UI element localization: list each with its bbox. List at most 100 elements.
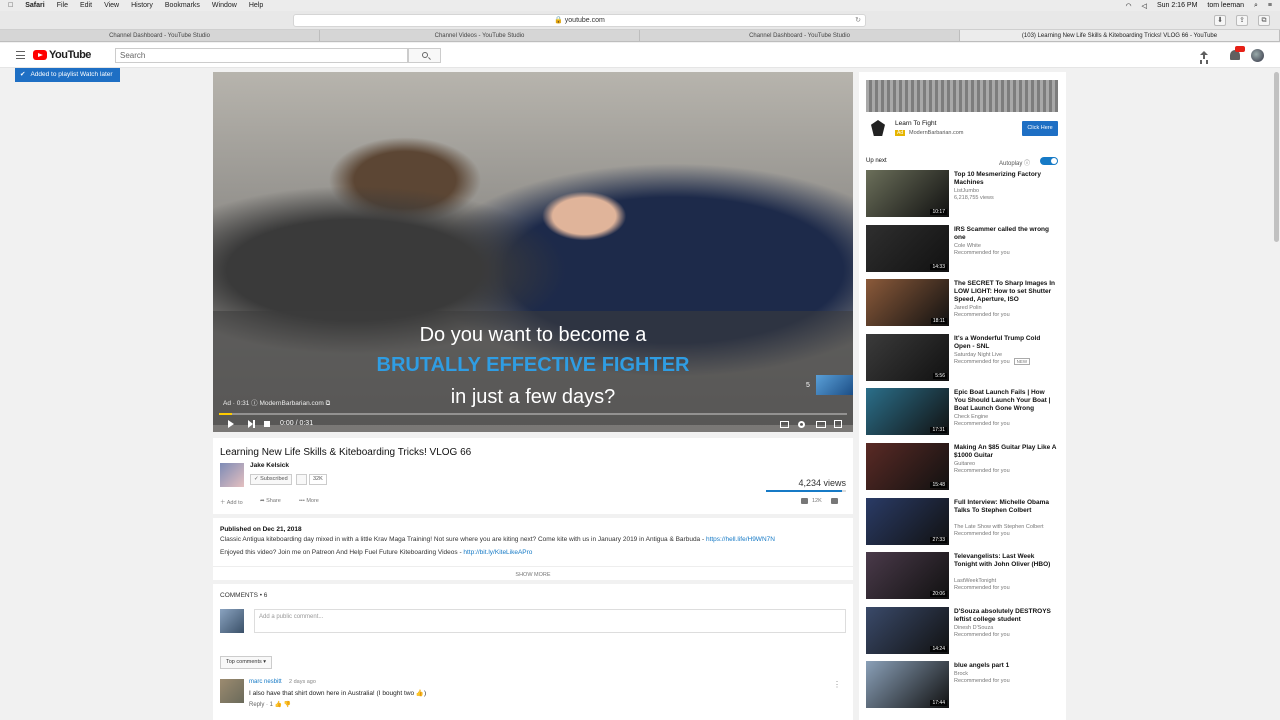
ad-preview-thumbnail[interactable] [816, 375, 853, 395]
description-link2[interactable]: http://bit.ly/KiteLikeAPro [463, 549, 532, 556]
reload-icon[interactable]: ↻ [855, 15, 861, 26]
tab-studio-dashboard-2[interactable]: Channel Dashboard - YouTube Studio [640, 30, 960, 41]
notification-icon[interactable]: ≡ [1268, 2, 1272, 9]
add-to-button[interactable]: ＋ Add to [220, 498, 243, 506]
apple-icon[interactable]:  [8, 2, 13, 9]
video-thumbnail[interactable]: 14:33 [866, 224, 949, 272]
recommended-video[interactable]: 5:56 It's a Wonderful Trump Cold Open - S… [866, 333, 1058, 381]
comment-input[interactable]: Add a public comment... [254, 609, 846, 633]
video-thumbnail[interactable]: 18:11 [866, 279, 949, 327]
volume-icon[interactable]: ◁ [1142, 2, 1147, 10]
menu-bookmarks[interactable]: Bookmarks [165, 2, 200, 9]
recommended-video[interactable]: 10:17 Top 10 Mesmerizing Factory Machines… [866, 170, 1058, 217]
thumbs-down-icon[interactable] [831, 498, 838, 504]
youtube-logo-text[interactable]: YouTube [49, 49, 91, 61]
menubar-user[interactable]: tom leeman [1207, 2, 1244, 9]
ad-meta[interactable]: Ad · 0:31 ⓘ ModernBarbarian.com ⧉ [223, 397, 330, 408]
share-button[interactable]: ➦ Share [260, 498, 281, 504]
youtube-logo-icon[interactable] [33, 50, 47, 60]
menu-edit[interactable]: Edit [80, 2, 92, 9]
menu-app[interactable]: Safari [25, 2, 44, 9]
comment-author[interactable]: marc nesbitt [249, 679, 282, 685]
comment-like-icon[interactable]: 👍 [275, 702, 282, 708]
show-more-button[interactable]: SHOW MORE [213, 566, 853, 578]
recommended-video[interactable]: 14:33 IRS Scammer called the wrong one Col… [866, 224, 1058, 272]
fullscreen-icon[interactable] [834, 420, 842, 428]
video-thumbnail[interactable]: 14:24 [866, 606, 949, 654]
recommended-title[interactable]: Making An $85 Guitar Play Like A $1000 G… [954, 444, 1058, 460]
search-input[interactable]: Search [115, 48, 408, 63]
recommended-channel[interactable]: Cole White [954, 243, 981, 249]
sidebar-ad-title[interactable]: Learn To Fight [895, 120, 936, 127]
theater-mode-icon[interactable] [816, 421, 826, 428]
menu-view[interactable]: View [104, 2, 119, 9]
search-button[interactable] [408, 48, 441, 63]
recommended-title[interactable]: Top 10 Mesmerizing Factory Machines [954, 171, 1058, 187]
recommended-title[interactable]: Televangelists: Last Week Tonight with J… [954, 553, 1058, 569]
tab-studio-videos[interactable]: Channel Videos - YouTube Studio [320, 30, 640, 41]
video-thumbnail[interactable]: 10:17 [866, 170, 949, 217]
channel-name[interactable]: Jake Kelsick [250, 462, 289, 469]
progress-bar[interactable] [219, 413, 847, 415]
recommended-video[interactable]: 15:48 Making An $85 Guitar Play Like A $1… [866, 443, 1058, 490]
comment-reply-button[interactable]: Reply · 1 👍 👎 [249, 701, 291, 708]
video-thumbnail[interactable]: 17:44 [866, 661, 949, 709]
recommended-channel[interactable]: The Late Show with Stephen Colbert [954, 524, 1044, 530]
download-icon[interactable]: ⬇ [1214, 15, 1226, 26]
recommended-channel[interactable]: Check Engine [954, 414, 988, 420]
tabs-overview-icon[interactable]: ⧉ [1258, 15, 1270, 26]
recommended-channel[interactable]: Saturday Night Live [954, 352, 1002, 358]
more-button[interactable]: ••• More [299, 498, 319, 504]
video-thumbnail[interactable]: 27:33 [866, 497, 949, 545]
next-icon[interactable] [248, 420, 255, 428]
recommended-video[interactable]: 17:44 blue angels part 1 Brock Recommended … [866, 661, 1058, 709]
tab-youtube-video[interactable]: (103) Learning New Life Skills & Kiteboa… [960, 30, 1280, 41]
recommended-video[interactable]: 14:24 D'Souza absolutely DESTROYS leftist… [866, 606, 1058, 654]
subscribed-button[interactable]: ✓ Subscribed [250, 474, 292, 485]
recommended-title[interactable]: D'Souza absolutely DESTROYS leftist coll… [954, 608, 1058, 624]
recommended-title[interactable]: It's a Wonderful Trump Cold Open - SNL [954, 335, 1058, 351]
recommended-channel[interactable]: ListJumbo [954, 188, 979, 194]
description-link1[interactable]: https://hell.life/H9WN7N [706, 536, 775, 543]
spotlight-icon[interactable]: ⌕ [1254, 2, 1258, 10]
channel-avatar[interactable] [220, 463, 244, 487]
autoplay-toggle[interactable] [1040, 157, 1058, 165]
video-player[interactable]: Do you want to become a BRUTALLY EFFECTI… [213, 72, 853, 432]
video-thumbnail[interactable]: 15:48 [866, 443, 949, 490]
settings-gear-icon[interactable] [798, 421, 805, 428]
video-thumbnail[interactable]: 20:06 [866, 552, 949, 600]
recommended-channel[interactable]: Jared Polin [954, 305, 982, 311]
menu-help[interactable]: Help [249, 2, 263, 9]
sort-comments-button[interactable]: Top comments ▾ [220, 656, 273, 669]
tab-studio-dashboard[interactable]: Channel Dashboard - YouTube Studio [0, 30, 320, 41]
recommended-video[interactable]: 17:31 Epic Boat Launch Fails | How You Sh… [866, 388, 1058, 436]
recommended-title[interactable]: IRS Scammer called the wrong one [954, 226, 1058, 242]
menu-icon[interactable] [16, 51, 25, 59]
recommended-video[interactable]: 18:11 The SECRET To Sharp Images In LOW L… [866, 279, 1058, 327]
menu-file[interactable]: File [57, 2, 68, 9]
recommended-title[interactable]: Full Interview: Michelle Obama Talks To … [954, 499, 1058, 515]
play-icon[interactable] [228, 420, 234, 428]
comment-menu-icon[interactable]: ⋮ [833, 680, 841, 689]
recommended-channel[interactable]: LastWeekTonight [954, 578, 996, 584]
video-thumbnail[interactable]: 5:56 [866, 333, 949, 381]
video-thumbnail[interactable]: 17:31 [866, 388, 949, 436]
recommended-title[interactable]: blue angels part 1 [954, 662, 1058, 670]
recommended-video[interactable]: 27:33 Full Interview: Michelle Obama Talk… [866, 497, 1058, 545]
wifi-icon[interactable]: ◠ [1125, 2, 1131, 10]
captions-icon[interactable] [780, 421, 789, 428]
recommended-channel[interactable]: Guitareo [954, 461, 975, 467]
recommended-channel[interactable]: Dinesh D'Souza [954, 625, 993, 631]
ad-click-here-button[interactable]: Click Here [1022, 121, 1058, 136]
recommended-channel[interactable]: Brock [954, 671, 968, 677]
account-avatar[interactable] [1251, 49, 1264, 62]
comment-author-avatar[interactable] [220, 679, 244, 703]
share-icon[interactable]: ⇪ [1236, 15, 1248, 26]
thumbs-up-icon[interactable] [801, 498, 808, 504]
scrollbar-thumb[interactable] [1274, 72, 1279, 242]
recommended-video[interactable]: 20:06 Televangelists: Last Week Tonight w… [866, 552, 1058, 600]
upload-icon[interactable] [1199, 51, 1209, 61]
recommended-title[interactable]: Epic Boat Launch Fails | How You Should … [954, 389, 1058, 413]
page-scrollbar[interactable] [1272, 68, 1280, 720]
address-bar[interactable]: 🔒 youtube.com ↻ [293, 14, 866, 27]
